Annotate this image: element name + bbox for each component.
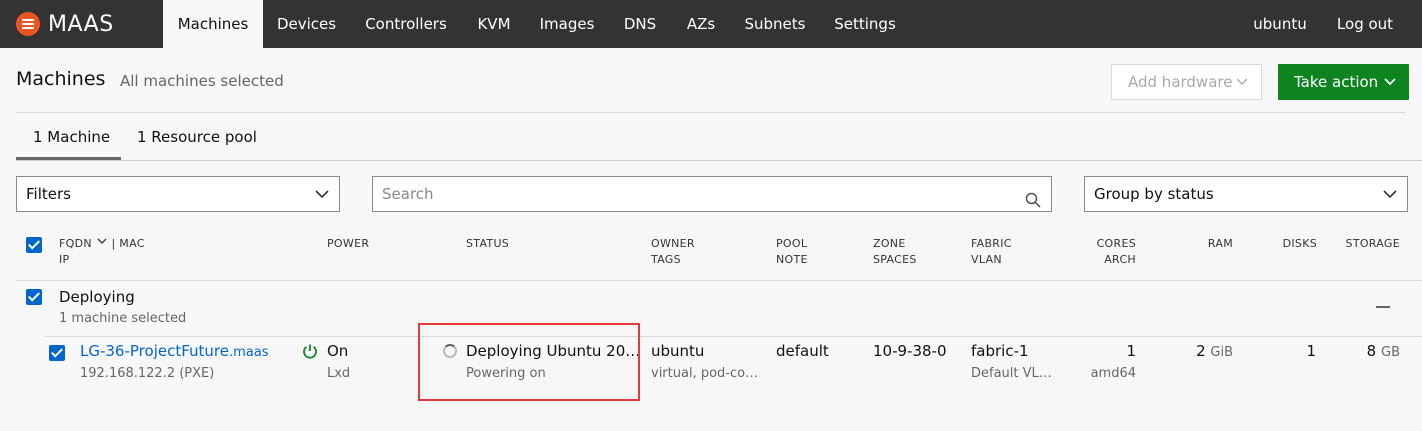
group-checkbox[interactable] bbox=[26, 289, 42, 305]
machine-arch: amd64 bbox=[1090, 366, 1136, 381]
col-vlan-header[interactable]: VLAN bbox=[971, 252, 1002, 268]
top-nav: MAAS Machines Devices Controllers KVM Im… bbox=[0, 0, 1422, 48]
col-arch-header[interactable]: ARCH bbox=[1080, 252, 1136, 268]
chevron-down-icon bbox=[1383, 64, 1397, 113]
tabs-divider bbox=[16, 160, 1422, 161]
col-ip-header[interactable]: IP bbox=[59, 252, 69, 268]
nav-dns[interactable]: DNS bbox=[608, 0, 672, 48]
col-status-header[interactable]: STATUS bbox=[466, 236, 509, 252]
machine-pool[interactable]: default bbox=[776, 342, 829, 360]
machine-vlan: Default VL… bbox=[971, 366, 1052, 381]
col-pool-header[interactable]: POOL bbox=[776, 236, 807, 252]
machine-fqdn-link[interactable]: LG-36-ProjectFuture.maas bbox=[80, 342, 269, 360]
nav-settings[interactable]: Settings bbox=[820, 0, 910, 48]
col-fabric-header[interactable]: FABRIC bbox=[971, 236, 1012, 252]
ram-value: 2 bbox=[1196, 342, 1206, 360]
machine-hostname: LG-36-ProjectFuture bbox=[80, 342, 229, 360]
maas-logo-icon bbox=[16, 12, 40, 36]
machine-disks: 1 bbox=[1306, 342, 1316, 360]
col-tags-header[interactable]: TAGS bbox=[651, 252, 681, 268]
storage-unit: GB bbox=[1381, 345, 1400, 360]
machine-ip: 192.168.122.2 (PXE) bbox=[80, 366, 215, 381]
header-divider bbox=[16, 112, 1406, 113]
nav-images[interactable]: Images bbox=[526, 0, 608, 48]
nav-azs[interactable]: AZs bbox=[672, 0, 730, 48]
filters-dropdown[interactable]: Filters bbox=[16, 176, 340, 212]
machine-storage: 8 GB bbox=[1330, 342, 1400, 360]
col-cores-header[interactable]: CORES bbox=[1080, 236, 1136, 252]
mac-header-label[interactable]: | MAC bbox=[111, 237, 144, 250]
add-hardware-button[interactable]: Add hardware bbox=[1111, 64, 1262, 100]
filters-label: Filters bbox=[26, 185, 71, 203]
col-note-header[interactable]: NOTE bbox=[776, 252, 808, 268]
nav-machines[interactable]: Machines bbox=[163, 0, 263, 48]
selection-summary: All machines selected bbox=[120, 72, 284, 90]
chevron-down-icon bbox=[1235, 65, 1249, 111]
logout-link[interactable]: Log out bbox=[1324, 0, 1406, 48]
ram-unit: GiB bbox=[1210, 345, 1233, 360]
col-owner-header[interactable]: OWNER bbox=[651, 236, 695, 252]
group-selection-count: 1 machine selected bbox=[59, 311, 187, 326]
nav-user[interactable]: ubuntu bbox=[1240, 0, 1320, 48]
sort-chevron-icon bbox=[97, 238, 107, 244]
col-power-header[interactable]: POWER bbox=[327, 236, 369, 252]
nav-kvm[interactable]: KVM bbox=[462, 0, 526, 48]
col-disks-header[interactable]: DISKS bbox=[1260, 236, 1317, 252]
fqdn-header-label: FQDN bbox=[59, 237, 92, 250]
col-storage-header[interactable]: STORAGE bbox=[1330, 236, 1400, 252]
machine-domain: .maas bbox=[228, 345, 269, 360]
storage-value: 8 bbox=[1366, 342, 1377, 360]
group-by-label: Group by status bbox=[1094, 185, 1214, 203]
power-on-icon bbox=[302, 343, 318, 363]
page-title: Machines bbox=[16, 68, 106, 90]
add-hardware-label: Add hardware bbox=[1128, 73, 1233, 91]
chevron-down-icon bbox=[315, 177, 329, 223]
search-placeholder: Search bbox=[382, 185, 434, 203]
take-action-button[interactable]: Take action bbox=[1278, 64, 1409, 100]
group-name: Deploying bbox=[59, 288, 135, 306]
machine-owner[interactable]: ubuntu bbox=[651, 342, 704, 360]
row-checkbox[interactable] bbox=[49, 345, 65, 361]
col-ram-header[interactable]: RAM bbox=[1180, 236, 1233, 252]
tab-resource-pools[interactable]: 1 Resource pool bbox=[137, 128, 257, 146]
logo-text: MAAS bbox=[48, 11, 114, 37]
status-highlight-box bbox=[418, 323, 640, 401]
chevron-down-icon bbox=[1383, 177, 1397, 223]
take-action-label: Take action bbox=[1294, 73, 1379, 91]
machine-tags: virtual, pod-co… bbox=[651, 366, 759, 381]
power-state[interactable]: On bbox=[327, 342, 348, 360]
search-icon[interactable] bbox=[1025, 186, 1041, 208]
machine-zone[interactable]: 10-9-38-0 bbox=[873, 342, 947, 360]
select-all-checkbox[interactable] bbox=[26, 237, 42, 253]
group-by-dropdown[interactable]: Group by status bbox=[1084, 176, 1408, 212]
search-input[interactable]: Search bbox=[372, 176, 1052, 212]
col-spaces-header[interactable]: SPACES bbox=[873, 252, 917, 268]
tab-machines[interactable]: 1 Machine bbox=[33, 128, 110, 146]
machine-fabric: fabric-1 bbox=[971, 342, 1029, 360]
table-header-divider bbox=[16, 280, 1422, 281]
nav-controllers[interactable]: Controllers bbox=[350, 0, 462, 48]
machine-ram: 2 GiB bbox=[1160, 342, 1233, 360]
group-divider bbox=[44, 336, 1422, 337]
machine-cores: 1 bbox=[1126, 342, 1136, 360]
col-fqdn-header[interactable]: FQDN | MAC bbox=[59, 236, 145, 252]
power-type: Lxd bbox=[327, 366, 351, 381]
maas-logo[interactable]: MAAS bbox=[16, 10, 114, 38]
collapse-group-icon[interactable] bbox=[1376, 306, 1390, 308]
nav-subnets[interactable]: Subnets bbox=[730, 0, 820, 48]
col-zone-header[interactable]: ZONE bbox=[873, 236, 906, 252]
nav-devices[interactable]: Devices bbox=[263, 0, 350, 48]
